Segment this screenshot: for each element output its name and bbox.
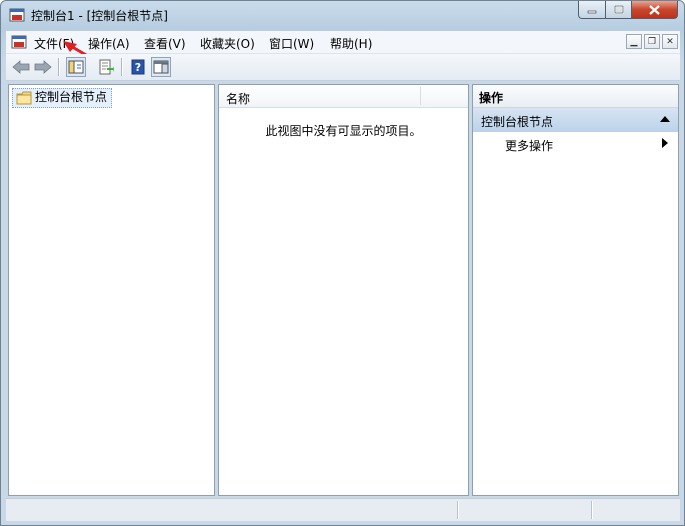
forward-button[interactable] (33, 57, 53, 77)
column-divider[interactable] (420, 87, 421, 105)
export-list-button[interactable] (96, 57, 116, 77)
svg-text:?: ? (135, 61, 141, 74)
show-hide-action-pane-button[interactable] (151, 57, 171, 77)
more-actions-item[interactable]: 更多操作 (505, 137, 553, 154)
column-header-name[interactable]: 名称 (226, 90, 250, 107)
collapse-arrow-icon[interactable] (660, 116, 670, 122)
show-hide-tree-icon (68, 60, 84, 74)
menu-window[interactable]: 窗口(W) (269, 35, 314, 52)
toolbar-separator (121, 58, 123, 76)
actions-section-console-root[interactable]: 控制台根节点 (473, 108, 678, 132)
actions-header-title: 操作 (479, 91, 504, 105)
export-list-icon (99, 59, 114, 75)
minimize-icon: ▁ (630, 36, 638, 47)
menu-bar: 文件(F) 操作(A) 查看(V) 收藏夹(O) 窗口(W) 帮助(H) ▁ ❐… (6, 31, 680, 54)
tree-node-label: 控制台根节点 (35, 90, 108, 104)
window-title: 控制台1 - [控制台根节点] (31, 9, 168, 23)
submenu-arrow-icon (662, 138, 668, 148)
caption-buttons (578, 1, 678, 21)
console-tree-pane[interactable]: 控制台根节点 (8, 84, 215, 496)
menu-help[interactable]: 帮助(H) (330, 35, 372, 52)
child-close-button[interactable]: ✕ (662, 34, 678, 49)
result-list-pane[interactable]: 名称 此视图中没有可显示的项目。 (218, 84, 469, 496)
help-button[interactable]: ? (128, 57, 148, 77)
status-bar (6, 498, 680, 521)
minimize-icon (587, 10, 597, 13)
actions-pane: 操作 控制台根节点 更多操作 (472, 84, 679, 496)
close-button[interactable] (632, 1, 678, 19)
back-button[interactable] (11, 57, 31, 77)
close-icon (649, 4, 660, 15)
status-divider (591, 501, 593, 519)
status-divider (457, 501, 459, 519)
child-minimize-button[interactable]: ▁ (626, 34, 642, 49)
restore-icon: ❐ (647, 36, 657, 47)
minimize-button[interactable] (578, 1, 606, 19)
actions-section-title: 控制台根节点 (481, 115, 554, 129)
show-hide-tree-button[interactable] (66, 57, 86, 77)
toolbar-separator (58, 58, 60, 76)
menu-favorites[interactable]: 收藏夹(O) (200, 35, 255, 52)
child-restore-button[interactable]: ❐ (644, 34, 660, 49)
actions-header: 操作 (473, 85, 678, 108)
empty-list-message: 此视图中没有可显示的项目。 (265, 124, 422, 138)
title-bar[interactable]: 控制台1 - [控制台根节点] (1, 1, 684, 29)
show-hide-action-pane-icon (153, 60, 169, 74)
maximize-button[interactable] (606, 1, 632, 19)
maximize-icon (613, 5, 624, 14)
toolbar: ? (6, 54, 680, 81)
tree-node-console-root[interactable]: 控制台根节点 (12, 88, 113, 110)
console-system-menu-icon[interactable] (11, 34, 27, 50)
child-window-buttons: ▁ ❐ ✕ (626, 34, 678, 49)
back-icon (12, 60, 30, 74)
column-header-row: 名称 (219, 85, 468, 108)
close-icon: ✕ (666, 36, 674, 47)
menu-view[interactable]: 查看(V) (144, 35, 186, 52)
mmc-window: 控制台1 - [控制台根节点] 文件(F) 操作(A) 查看(V) 收藏夹(O)… (0, 0, 685, 526)
help-icon: ? (131, 59, 145, 75)
mmc-app-icon[interactable] (9, 7, 25, 23)
forward-icon (34, 60, 52, 74)
folder-icon (16, 91, 32, 110)
